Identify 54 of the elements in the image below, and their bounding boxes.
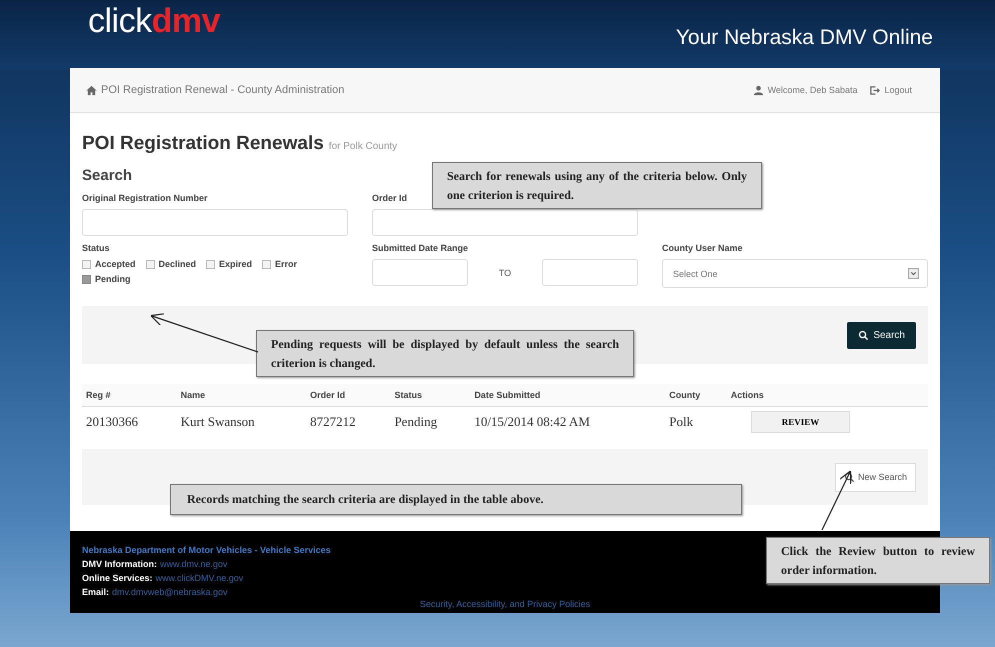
table-cell: Kurt Swanson	[176, 406, 306, 437]
column-header: Name	[176, 384, 306, 406]
status-checkbox[interactable]: Declined	[146, 259, 196, 269]
logout-link[interactable]: Logout	[884, 85, 912, 95]
field-label: Submitted Date Range	[372, 243, 468, 253]
page-title: POI Registration Renewals	[82, 133, 324, 155]
new-search-button[interactable]: New Search	[834, 462, 916, 492]
column-header: Status	[390, 384, 470, 406]
review-button[interactable]: REVIEW	[750, 411, 850, 433]
status-checkbox[interactable]: Expired	[206, 259, 252, 269]
field-label: Status	[82, 243, 110, 253]
annotation-callout: Click the Review button to review order information.	[766, 537, 990, 584]
table-cell: 20130366	[82, 406, 177, 437]
end-date-field[interactable]	[542, 259, 638, 286]
search-button[interactable]: Search	[847, 322, 916, 348]
site-tagline: Your Nebraska DMV Online	[676, 26, 933, 50]
annotation-callout: Pending requests will be displayed by default unless the search criterion is changed.	[256, 330, 634, 378]
footer-label: Online Services:	[82, 573, 153, 583]
search-icon	[844, 472, 855, 482]
registration-number-field[interactable]	[82, 209, 348, 236]
status-checkbox[interactable]: Pending	[82, 274, 130, 284]
search-icon	[858, 330, 870, 340]
footer-label: Email:	[82, 587, 110, 597]
search-heading: Search	[82, 167, 132, 184]
annotation-callout: Search for renewals using any of the criteria below. Only one criterion is required.	[432, 162, 762, 210]
date-separator: TO	[498, 268, 512, 278]
column-header: Date Submitted	[470, 384, 666, 406]
logo: clickdmv	[88, 2, 220, 41]
start-date-field[interactable]	[372, 259, 468, 286]
table-cell: Polk	[665, 406, 727, 437]
table-cell: 8727212	[306, 406, 390, 437]
home-icon	[86, 84, 97, 96]
breadcrumb-text[interactable]: POI Registration Renewal - County Administration	[101, 84, 344, 96]
user-icon	[752, 84, 764, 96]
table-cell: 10/15/2014 08:42 AM	[470, 406, 666, 437]
page-subtitle: for Polk County	[328, 141, 398, 152]
column-header: Reg #	[82, 384, 177, 406]
column-header: Order Id	[306, 384, 390, 406]
field-label: County User Name	[662, 243, 743, 253]
order-id-field[interactable]	[372, 209, 638, 236]
welcome-text: Welcome, Deb Sabata	[768, 85, 858, 95]
status-checkbox[interactable]: Accepted	[82, 259, 136, 269]
field-label: Order Id	[372, 193, 408, 203]
county-user-dropdown[interactable]: Select One	[662, 259, 928, 288]
footer-title: Nebraska Department of Motor Vehicles - Vehicle Services	[82, 545, 331, 555]
annotation-callout: Records matching the search criteria are displayed in the table above.	[170, 484, 742, 515]
footer-label: DMV Information:	[82, 559, 157, 569]
annotation-arrow	[821, 470, 852, 530]
logout-icon	[869, 84, 880, 96]
field-label: Original Registration Number	[82, 193, 208, 203]
status-checkbox[interactable]: Error	[262, 259, 298, 269]
table-cell: Pending	[390, 406, 470, 437]
column-header: Actions	[726, 384, 928, 406]
column-header: County	[665, 384, 727, 406]
